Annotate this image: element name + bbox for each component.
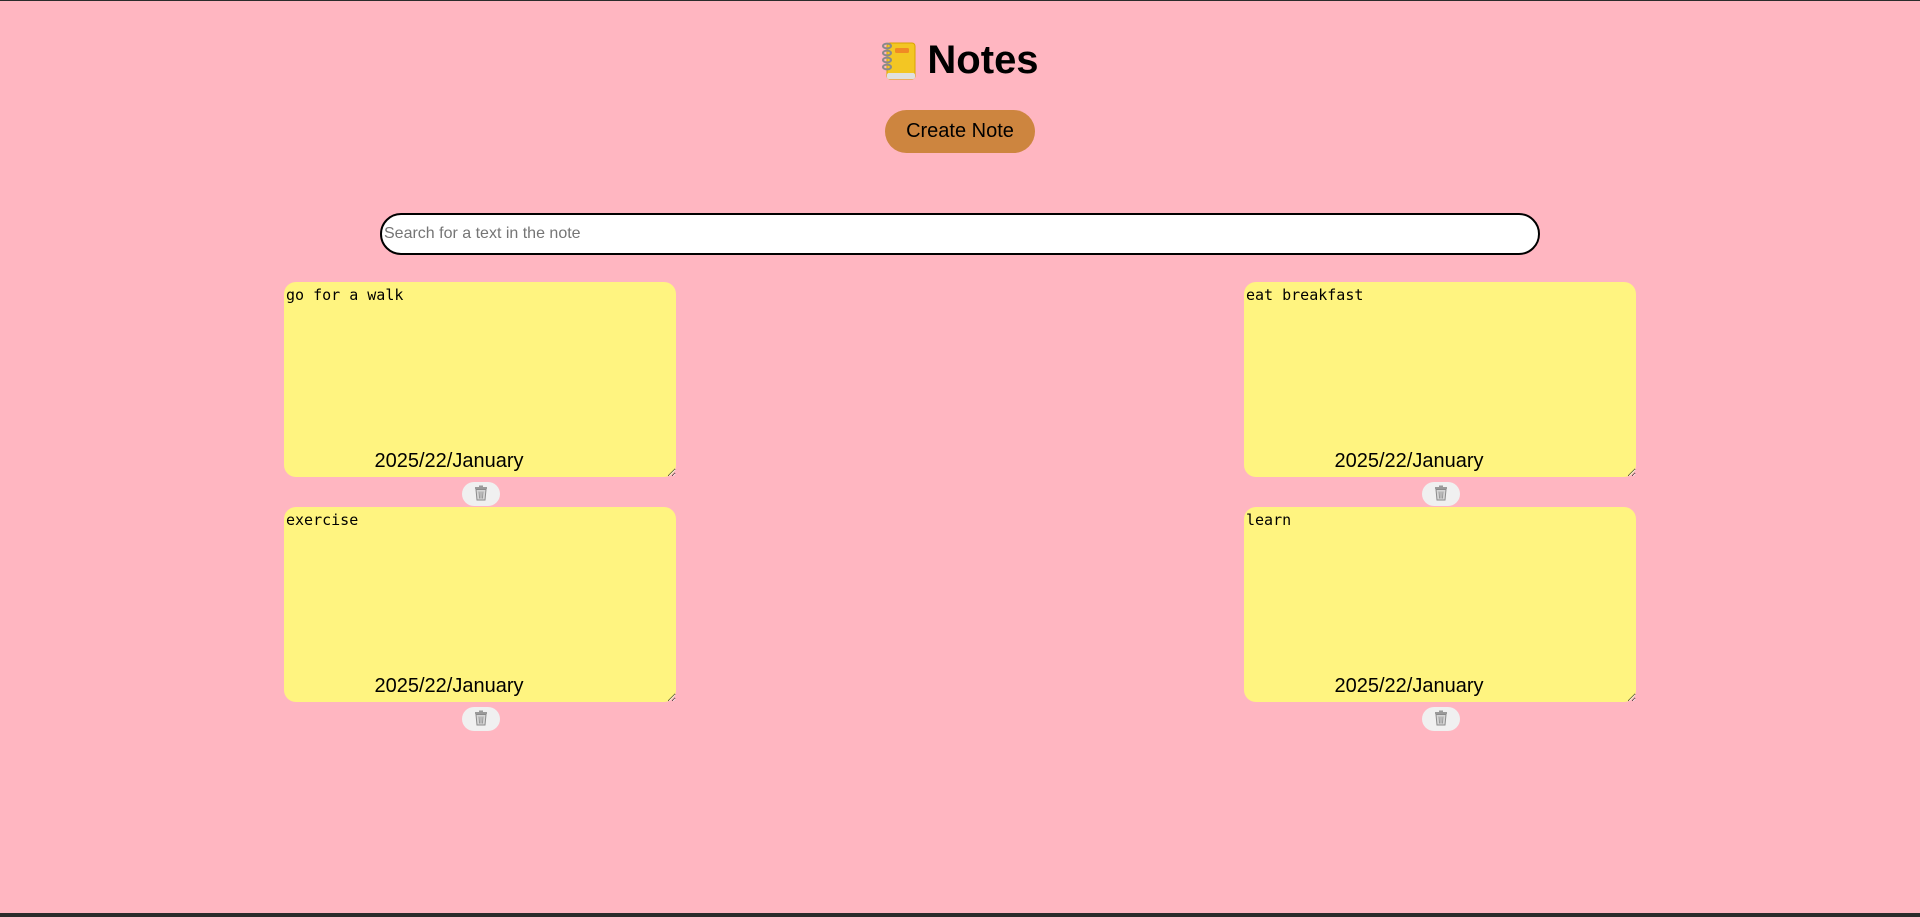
note-card: go for a walk 2025/22/January (284, 282, 676, 506)
trash-icon (472, 484, 490, 505)
delete-note-button[interactable] (462, 707, 500, 731)
trash-icon (1432, 484, 1450, 505)
note-textarea[interactable]: go for a walk (284, 282, 676, 477)
delete-note-button[interactable] (1422, 707, 1460, 731)
header: Notes (0, 33, 1920, 87)
page-title: Notes (927, 37, 1039, 82)
notebook-icon (881, 39, 917, 81)
note-card: learn 2025/22/January (1244, 507, 1636, 731)
note-textarea[interactable]: exercise (284, 507, 676, 702)
create-note-button[interactable]: Create Note (885, 110, 1035, 153)
note-card: exercise 2025/22/January (284, 507, 676, 731)
delete-note-button[interactable] (462, 482, 500, 506)
trash-icon (1432, 709, 1450, 730)
note-card: eat breakfast 2025/22/January (1244, 282, 1636, 506)
delete-note-button[interactable] (1422, 482, 1460, 506)
trash-icon (472, 709, 490, 730)
search-input[interactable] (380, 213, 1540, 255)
bottom-bar (0, 913, 1920, 917)
note-textarea[interactable]: learn (1244, 507, 1636, 702)
note-textarea[interactable]: eat breakfast (1244, 282, 1636, 477)
notes-app: Notes Create Note go for a walk 2025/22/… (0, 1, 1920, 913)
